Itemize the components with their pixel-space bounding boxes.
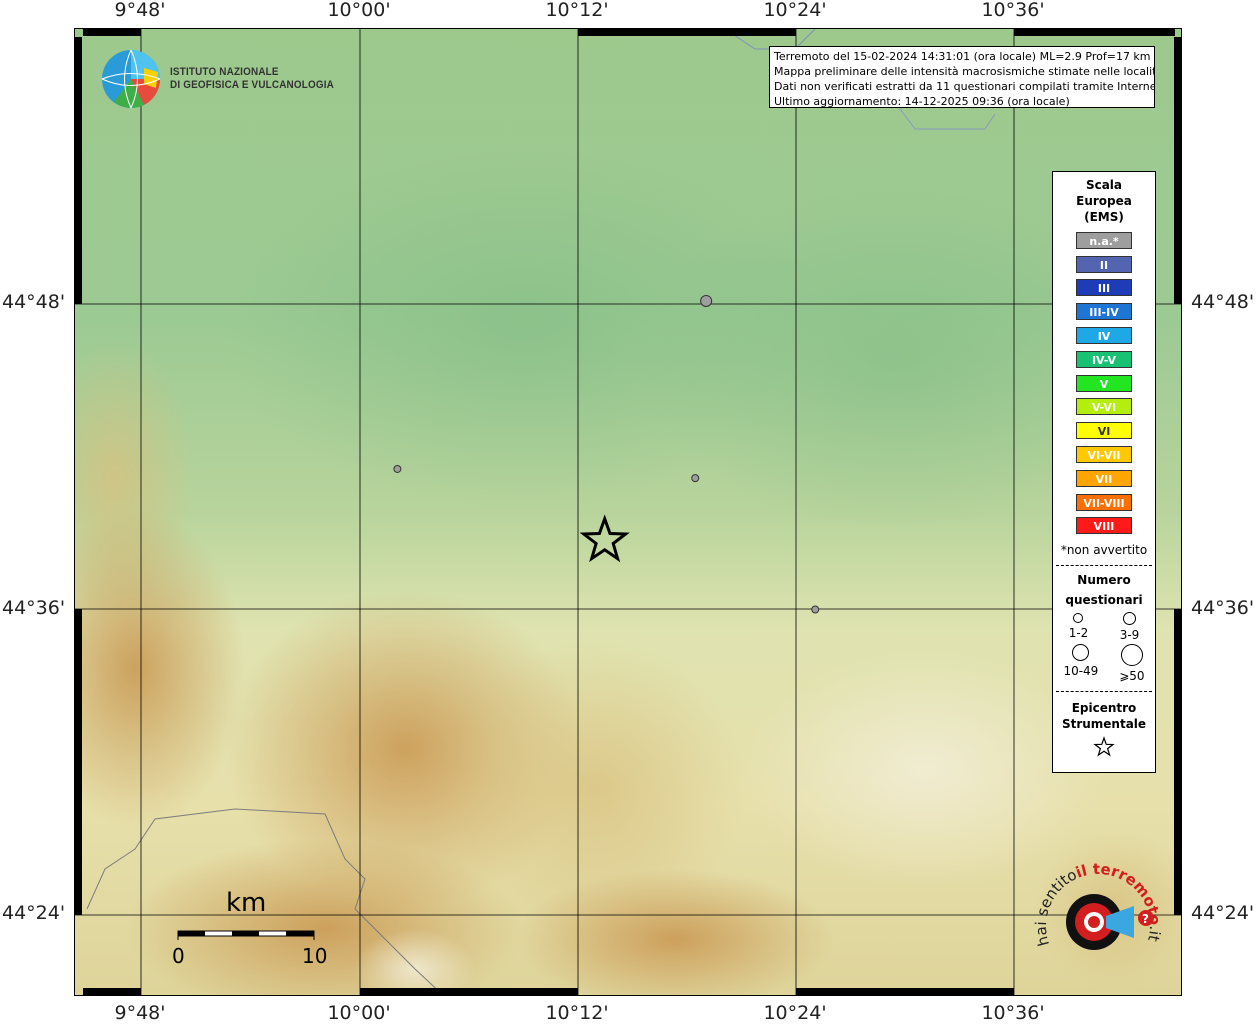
- legend-swatch-9: VI: [1076, 422, 1132, 440]
- frame-bar-bottom-1: [83, 988, 141, 995]
- frame-bar-bottom-2: [360, 988, 578, 995]
- scale-bar: km 0 10: [172, 888, 336, 972]
- legend-swatch-3: III: [1076, 279, 1132, 297]
- legend-title-3: (EMS): [1084, 210, 1124, 224]
- frame-bar-top-1: [83, 29, 141, 36]
- lat-label-left-1: 44°48': [2, 291, 66, 313]
- legend-note: *non avvertito: [1060, 543, 1148, 558]
- star-icon: [1093, 736, 1115, 757]
- haisentito-logo: hai sentitoil terremoto.it ?: [1034, 862, 1162, 950]
- legend-separator-1: [1056, 565, 1152, 567]
- logo-line-1: ISTITUTO NAZIONALE: [170, 66, 279, 78]
- lat-label-right-1: 44°48': [1191, 291, 1255, 313]
- count-label-4: ⩾50: [1119, 669, 1145, 684]
- circle-small-icon: [1073, 613, 1084, 624]
- lon-label-bottom-4: 10°24': [763, 1002, 827, 1024]
- questionnaire-point-1[interactable]: [700, 294, 713, 307]
- legend-swatch-8: V-VI: [1076, 398, 1132, 416]
- count-row-2: 10-49 ⩾50: [1053, 644, 1155, 683]
- question-icon: ?: [1142, 912, 1149, 926]
- ingv-logo-text: ISTITUTO NAZIONALE DI GEOFISICA E VULCAN…: [170, 66, 334, 92]
- map-frame[interactable]: [74, 28, 1182, 996]
- count-item-4: ⩾50: [1119, 644, 1145, 684]
- lon-label-top-1: 9°48': [114, 0, 166, 21]
- legend-separator-2: [1056, 691, 1152, 693]
- legend-swatch-13: VIII: [1076, 517, 1132, 535]
- legend-swatch-2: II: [1076, 255, 1132, 273]
- count-item-2: 3-9: [1119, 612, 1140, 643]
- relief-map[interactable]: [75, 29, 1182, 996]
- legend-swatch-4: III-IV: [1076, 303, 1132, 321]
- lat-label-right-3: 44°24': [1191, 902, 1255, 924]
- frame-bar-right-1: [1174, 37, 1181, 304]
- lat-label-left-3: 44°24': [2, 902, 66, 924]
- globe-icon: [101, 49, 161, 109]
- event-info-box: Terremoto del 15-02-2024 14:31:01 (ora l…: [769, 46, 1155, 108]
- circle-medium-icon: [1122, 612, 1136, 626]
- legend-swatch-1: n.a.*: [1076, 231, 1132, 249]
- lon-label-top-4: 10°24': [763, 0, 827, 21]
- legend-swatches: n.a.* II III III-IV IV IV-V V V-VI VI VI-VII VII VI…: [1053, 231, 1155, 535]
- lat-label-right-2: 44°36': [1191, 597, 1255, 619]
- count-title-1: Numero: [1077, 573, 1131, 588]
- questionnaire-point-5[interactable]: [811, 605, 820, 614]
- count-label-3: 10-49: [1063, 664, 1099, 679]
- count-label-1: 1-2: [1068, 626, 1089, 641]
- legend-swatch-6: IV-V: [1076, 350, 1132, 368]
- lon-label-bottom-2: 10°00': [327, 1002, 391, 1024]
- lon-label-bottom-5: 10°36': [981, 1002, 1045, 1024]
- count-label-2: 3-9: [1119, 628, 1140, 643]
- lat-label-left-2: 44°36': [2, 597, 66, 619]
- count-title-2: questionari: [1065, 593, 1143, 608]
- epi-title-1: Epicentro: [1071, 701, 1137, 716]
- foothills-east: [745, 649, 1105, 889]
- legend-title: Scala Europea (EMS): [1053, 177, 1155, 225]
- epi-title-2: Strumentale: [1061, 717, 1147, 732]
- legend-swatch-11: VII: [1076, 469, 1132, 487]
- scale-unit: km: [226, 888, 267, 918]
- lon-label-top-5: 10°36': [981, 0, 1045, 21]
- scale-ruler: [177, 930, 315, 940]
- target-center: [1088, 916, 1100, 928]
- frame-bar-left-1: [75, 37, 82, 304]
- legend-title-1: Scala: [1085, 178, 1123, 192]
- ingv-logo: ISTITUTO NAZIONALE DI GEOFISICA E VULCAN…: [100, 48, 352, 110]
- info-line-2: Mappa preliminare delle intensità macros…: [774, 65, 1155, 78]
- epi-title: Epicentro Strumentale: [1053, 700, 1155, 732]
- frame-bar-right-2: [1174, 609, 1181, 915]
- count-item-1: 1-2: [1068, 612, 1089, 642]
- legend-swatch-10: VI-VII: [1076, 445, 1132, 463]
- scale-min: 0: [172, 944, 185, 968]
- frame-bar-top-3: [1014, 29, 1175, 36]
- lon-label-top-3: 10°12': [545, 0, 609, 21]
- info-line-3: Dati non verificati estratti da 11 quest…: [774, 80, 1155, 93]
- count-item-3: 10-49: [1063, 644, 1098, 683]
- legend-title-2: Europea: [1076, 194, 1132, 208]
- frame-bar-left-2: [75, 609, 82, 915]
- intensity-legend: Scala Europea (EMS) n.a.* II III III-IV IV IV…: [1052, 171, 1156, 773]
- lon-label-bottom-3: 10°12': [545, 1002, 609, 1024]
- count-title: Numero questionari: [1053, 570, 1155, 610]
- frame-bar-top-2: [578, 29, 796, 36]
- legend-swatch-5: IV: [1076, 326, 1132, 344]
- scale-max: 10: [302, 944, 328, 968]
- questionnaire-point-2[interactable]: [393, 464, 402, 473]
- info-line-4: Ultimo aggiornamento: 14-12-2025 09:36 (…: [774, 95, 1070, 108]
- legend-swatch-12: VII-VIII: [1076, 493, 1132, 511]
- legend-swatch-7: V: [1076, 374, 1132, 392]
- lon-label-top-2: 10°00': [327, 0, 391, 21]
- logo-line-2: DI GEOFISICA E VULCANOLOGIA: [170, 79, 335, 91]
- info-line-1: Terremoto del 15-02-2024 14:31:01 (ora l…: [774, 50, 1151, 63]
- circle-xlarge-icon: [1120, 644, 1143, 667]
- circle-large-icon: [1072, 644, 1090, 662]
- lon-label-bottom-1: 9°48': [114, 1002, 166, 1024]
- count-row-1: 1-2 3-9: [1053, 612, 1155, 642]
- frame-bar-bottom-3: [796, 988, 1014, 995]
- questionnaire-point-3[interactable]: [691, 474, 700, 483]
